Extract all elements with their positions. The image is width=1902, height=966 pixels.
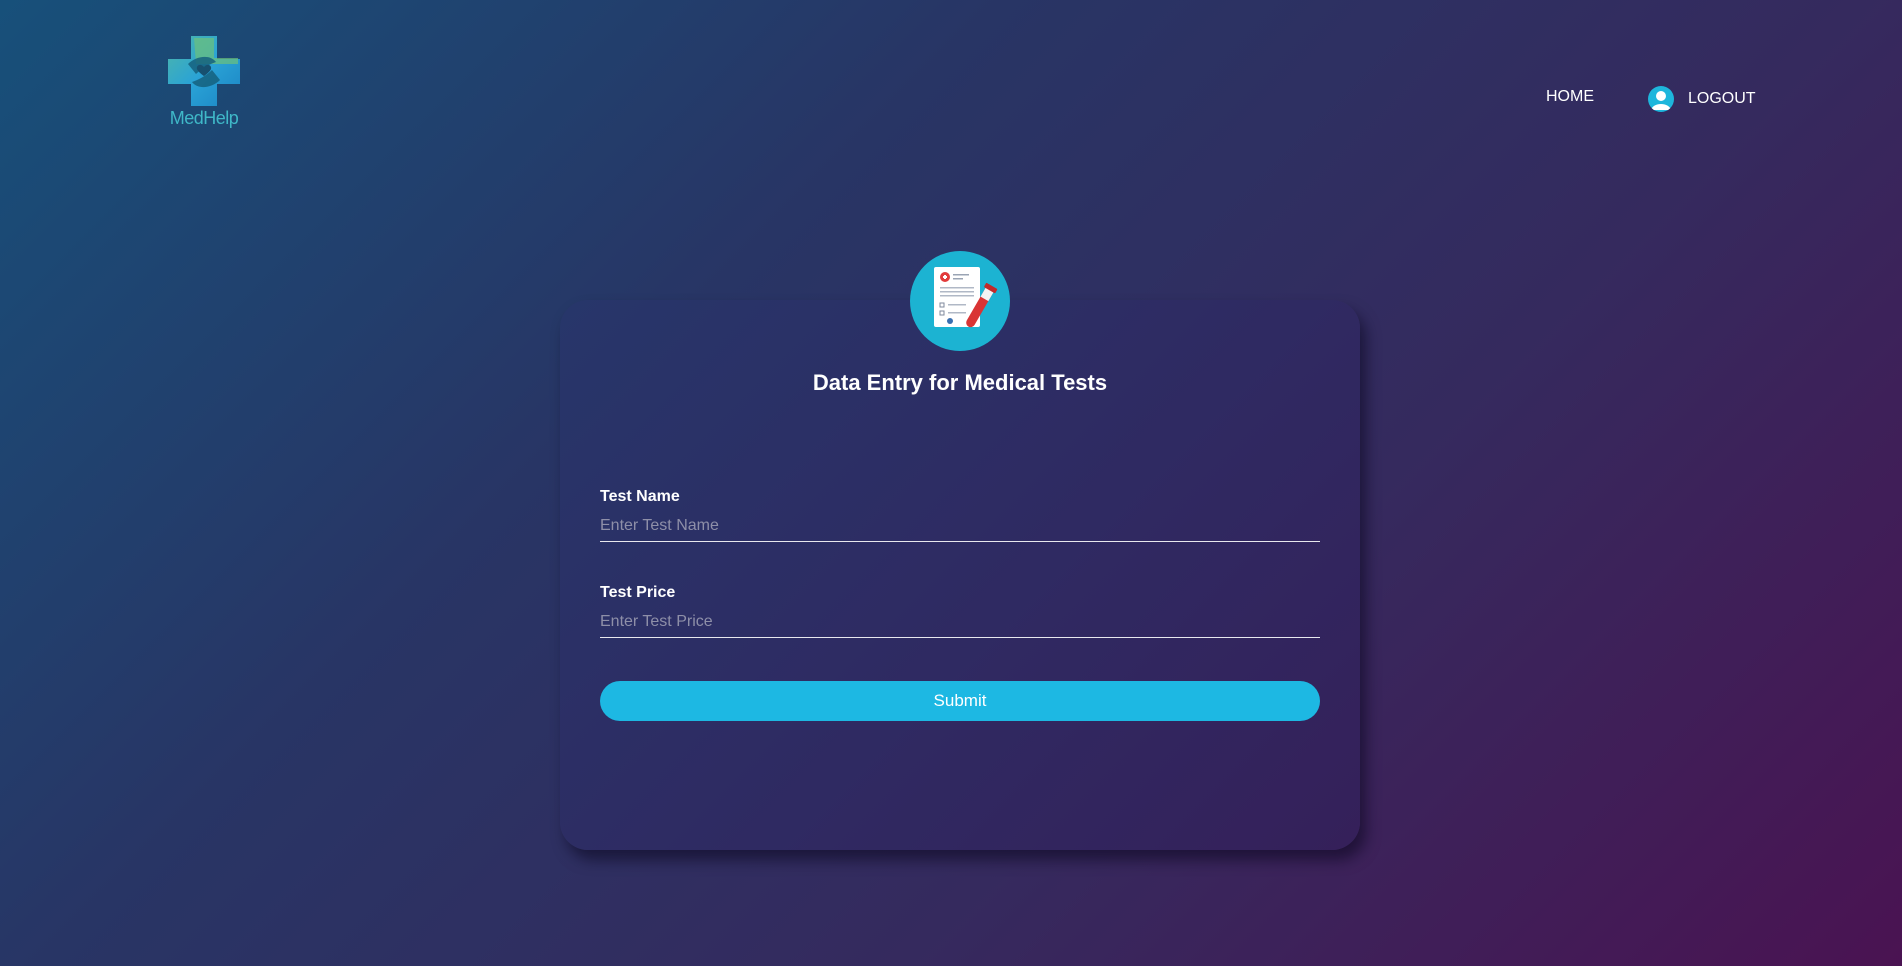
submit-button[interactable]: Submit <box>600 681 1320 721</box>
logout-label: LOGOUT <box>1688 90 1756 107</box>
user-avatar-icon <box>1648 86 1674 112</box>
nav-home-link[interactable]: HOME <box>1546 88 1594 106</box>
test-name-label: Test Name <box>600 488 680 505</box>
medical-report-test-tube-icon <box>910 251 1010 351</box>
top-nav: HOME LOGOUT <box>0 86 1902 112</box>
test-name-input[interactable] <box>600 511 1320 542</box>
medhelp-logo[interactable]: MedHelp <box>166 34 242 130</box>
page-title: Data Entry for Medical Tests <box>812 370 1108 395</box>
test-price-input[interactable] <box>600 607 1320 638</box>
nav-logout-link[interactable]: LOGOUT <box>1648 86 1756 112</box>
test-price-label: Test Price <box>600 584 676 601</box>
